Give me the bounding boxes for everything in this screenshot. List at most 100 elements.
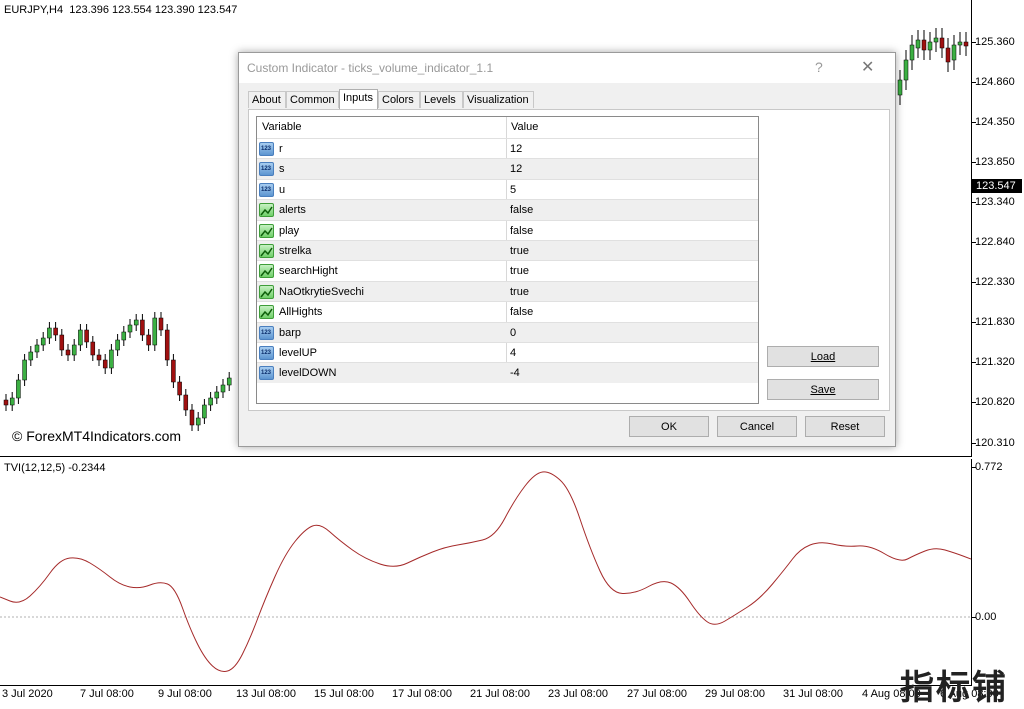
variable-cell: levelUP [279,347,317,359]
table-row[interactable]: 123 levelUP 4 [257,342,758,363]
indicator-window[interactable] [0,459,972,686]
table-row[interactable]: alerts false [257,199,758,221]
table-row[interactable]: NaOtkrytieSvechi true [257,280,758,302]
table-row[interactable]: 123 levelDOWN -4 [257,362,758,384]
value-cell[interactable]: 12 [510,159,522,179]
load-button[interactable]: Load [767,346,879,367]
price-label: 122.840 [975,236,1015,248]
time-label: 29 Jul 08:00 [705,688,765,700]
current-price-badge: 123.547 [972,179,1022,193]
chart-symbol-header: EURJPY,H4 123.396 123.554 123.390 123.54… [4,4,238,16]
candle [53,327,58,336]
candle [140,319,145,336]
variable-cell: NaOtkrytieSvechi [279,285,364,298]
tab-about[interactable]: About [248,91,286,108]
value-cell[interactable]: -4 [510,363,520,383]
icon-text: 123 [261,166,272,173]
value-cell[interactable]: 5 [510,180,516,200]
indicator-header: TVI(12,12,5) -0.2344 [4,462,106,474]
corner-logo: 指标铺 [900,668,1008,708]
price-label: 124.860 [975,76,1015,88]
boolean-icon [259,264,274,279]
ok-button[interactable]: OK [629,416,709,437]
save-button[interactable]: Save [767,379,879,400]
time-label: 15 Jul 08:00 [314,688,374,700]
candle [133,319,139,326]
value-cell[interactable]: false [510,200,533,220]
time-label: 23 Jul 08:00 [548,688,608,700]
time-label: 17 Jul 08:00 [392,688,452,700]
time-axis: 3 Jul 2020 7 Jul 08:00 9 Jul 08:00 13 Jul 0… [0,686,1024,704]
table-row[interactable]: strelka true [257,240,758,261]
column-header-value[interactable]: Value [511,117,538,137]
help-button[interactable]: ? [815,59,823,75]
trend-glyph [260,288,273,298]
boolean-icon [259,284,274,299]
tab-levels[interactable]: Levels [420,91,463,108]
value-cell[interactable]: 4 [510,343,516,363]
time-label: 27 Jul 08:00 [627,688,687,700]
candle [202,404,207,419]
candle [171,359,176,383]
candle [951,44,957,61]
table-row[interactable]: AllHights false [257,301,758,322]
numeric-icon: 123 [259,142,274,156]
time-label: 7 Jul 08:00 [80,688,134,700]
tab-colors[interactable]: Colors [378,91,420,108]
candle [9,397,15,406]
value-cell[interactable]: false [510,221,533,241]
indicator-plot [0,471,971,672]
candle [90,341,96,356]
tab-visualization[interactable]: Visualization [463,91,534,108]
column-header-variable[interactable]: Variable [262,117,302,137]
candle [957,41,963,46]
variable-cell: AllHights [279,306,323,319]
candle [164,329,170,361]
numeric-icon: 123 [259,366,274,381]
value-cell[interactable]: false [510,302,533,322]
cancel-button[interactable]: Cancel [717,416,797,437]
tab-common[interactable]: Common [286,91,339,108]
time-label: 13 Jul 08:00 [236,688,296,700]
candle [208,397,213,406]
indicator-axis: 0.772 0.00 [972,459,1024,685]
close-icon[interactable]: ✕ [861,57,874,77]
candle [897,79,903,96]
reset-button[interactable]: Reset [805,416,885,437]
value-cell[interactable]: 0 [510,323,516,343]
variable-cell: play [279,224,300,237]
price-label: 123.340 [975,196,1015,208]
price-label: 120.310 [975,437,1015,449]
candle [127,324,133,333]
trend-glyph [260,267,273,277]
value-cell[interactable]: true [510,261,529,281]
candle [214,391,220,399]
load-label: Load [810,351,836,363]
candle [84,329,89,343]
candle [226,377,232,386]
variable-cell: strelka [279,245,312,257]
variable-cell: barp [279,326,302,339]
candle [183,394,189,411]
inputs-grid[interactable]: Variable Value 123 r 12 123 s 12 123 u 5 alerts fa… [256,116,759,404]
boolean-icon [259,244,274,258]
table-row[interactable]: 123 r 12 [257,138,758,159]
candle [78,329,83,346]
time-label: 9 Jul 08:00 [158,688,212,700]
price-label: 122.330 [975,276,1015,288]
table-row[interactable]: 123 barp 0 [257,321,758,343]
watermark: © ForexMT4Indicators.com [12,428,182,444]
tab-inputs[interactable]: Inputs [339,89,378,109]
candle [903,59,909,81]
value-cell[interactable]: true [510,282,529,302]
table-row[interactable]: 123 u 5 [257,178,758,200]
value-cell[interactable]: true [510,241,529,261]
boolean-icon [259,223,274,238]
candle [939,37,945,49]
table-row[interactable]: play false [257,219,758,241]
candle [65,349,71,356]
price-label: 121.320 [975,356,1015,368]
table-row[interactable]: 123 s 12 [257,158,758,180]
value-cell[interactable]: 12 [510,139,522,159]
table-row[interactable]: searchHight true [257,260,758,281]
